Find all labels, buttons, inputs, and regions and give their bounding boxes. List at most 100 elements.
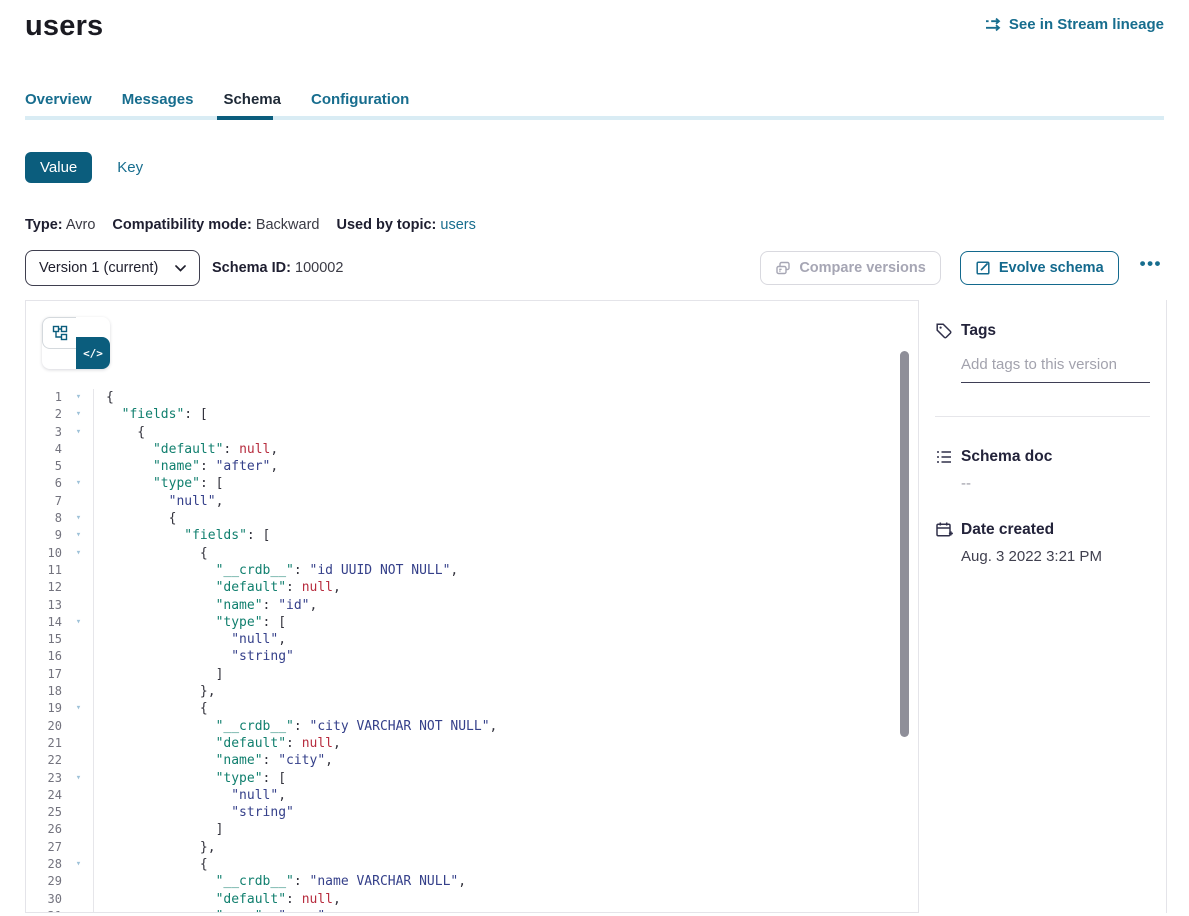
code-line: 17 ] (26, 666, 918, 683)
schema-editor-panel: </> 1▾{2▾ "fields": [3▾ {4 "default": nu… (25, 300, 919, 913)
tags-input[interactable] (961, 352, 1150, 383)
tab-bar: Overview Messages Schema Configuration (0, 91, 1189, 116)
editor-scrollbar[interactable] (900, 351, 909, 737)
code-text: "__crdb__": "name VARCHAR NULL", (94, 873, 466, 890)
code-text: "string" (94, 804, 294, 821)
fold-gutter (64, 631, 94, 648)
fold-gutter (64, 839, 94, 856)
tab-schema[interactable]: Schema (223, 91, 281, 116)
line-number: 7 (26, 493, 64, 510)
tags-section: Tags (935, 322, 1150, 383)
line-number: 23 (26, 770, 64, 787)
code-line: 15 "null", (26, 631, 918, 648)
code-text: { (94, 545, 208, 562)
line-number: 30 (26, 891, 64, 908)
line-number: 8 (26, 510, 64, 527)
version-select[interactable]: Version 1 (current) (25, 250, 200, 286)
line-number: 28 (26, 856, 64, 873)
line-number: 3 (26, 424, 64, 441)
schema-type: Type: Avro (25, 217, 95, 233)
code-view-icon: </> (83, 347, 103, 360)
code-text: "__crdb__": "id UUID NOT NULL", (94, 562, 458, 579)
fold-arrow-icon[interactable]: ▾ (64, 510, 94, 527)
code-line: 9▾ "fields": [ (26, 527, 918, 544)
key-toggle-button[interactable]: Key (117, 159, 143, 176)
code-line: 20 "__crdb__": "city VARCHAR NOT NULL", (26, 718, 918, 735)
schema-content: </> 1▾{2▾ "fields": [3▾ {4 "default": nu… (25, 300, 1167, 913)
code-text: { (94, 510, 176, 527)
fold-arrow-icon[interactable]: ▾ (64, 424, 94, 441)
line-number: 29 (26, 873, 64, 890)
value-key-toggle: Value Key (25, 152, 1189, 183)
tab-configuration[interactable]: Configuration (311, 91, 409, 116)
code-text: "fields": [ (94, 406, 208, 423)
code-line: 3▾ { (26, 424, 918, 441)
compare-versions-icon (775, 260, 791, 276)
code-text: "default": null, (94, 579, 341, 596)
stream-lineage-link[interactable]: See in Stream lineage (985, 16, 1164, 33)
active-tab-indicator (217, 116, 273, 120)
fold-arrow-icon[interactable]: ▾ (64, 545, 94, 562)
code-text: { (94, 424, 145, 441)
code-text: "__crdb__": "city VARCHAR NOT NULL", (94, 718, 497, 735)
fold-gutter (64, 666, 94, 683)
page-header: users See in Stream lineage (0, 0, 1189, 44)
schema-doc-header: Schema doc (935, 448, 1150, 466)
code-text: "name": "city", (94, 752, 333, 769)
fold-arrow-icon[interactable]: ▾ (64, 700, 94, 717)
fold-arrow-icon[interactable]: ▾ (64, 614, 94, 631)
fold-gutter (64, 891, 94, 908)
code-line: 31 "name": "name", (26, 908, 918, 913)
line-number: 25 (26, 804, 64, 821)
tree-view-button[interactable] (42, 317, 76, 349)
compare-versions-label: Compare versions (799, 260, 926, 276)
line-number: 9 (26, 527, 64, 544)
fold-arrow-icon[interactable]: ▾ (64, 856, 94, 873)
fold-arrow-icon[interactable]: ▾ (64, 406, 94, 423)
code-text: "null", (94, 631, 286, 648)
line-number: 17 (26, 666, 64, 683)
code-line: 2▾ "fields": [ (26, 406, 918, 423)
topic-link[interactable]: users (440, 217, 475, 233)
fold-gutter (64, 458, 94, 475)
code-line: 11 "__crdb__": "id UUID NOT NULL", (26, 562, 918, 579)
fold-arrow-icon[interactable]: ▾ (64, 475, 94, 492)
evolve-schema-button[interactable]: Evolve schema (960, 251, 1119, 285)
fold-gutter (64, 683, 94, 700)
fold-gutter (64, 579, 94, 596)
more-actions-button[interactable]: ••• (1138, 254, 1164, 282)
tab-overview[interactable]: Overview (25, 91, 92, 116)
line-number: 12 (26, 579, 64, 596)
code-line: 21 "default": null, (26, 735, 918, 752)
line-number: 14 (26, 614, 64, 631)
code-line: 18 }, (26, 683, 918, 700)
tab-underline-track (25, 116, 1164, 120)
code-line: 24 "null", (26, 787, 918, 804)
code-text: }, (94, 839, 216, 856)
compatibility-mode-label: Compatibility mode: (112, 217, 251, 233)
line-number: 31 (26, 908, 64, 913)
value-toggle-button[interactable]: Value (25, 152, 92, 183)
line-number: 21 (26, 735, 64, 752)
code-line: 5 "name": "after", (26, 458, 918, 475)
compare-versions-button[interactable]: Compare versions (760, 251, 941, 285)
code-line: 7 "null", (26, 493, 918, 510)
tab-messages[interactable]: Messages (122, 91, 194, 116)
evolve-schema-label: Evolve schema (999, 260, 1104, 276)
fold-arrow-icon[interactable]: ▾ (64, 527, 94, 544)
code-line: 10▾ { (26, 545, 918, 562)
code-line: 25 "string" (26, 804, 918, 821)
code-text: "type": [ (94, 614, 286, 631)
calendar-plus-icon (935, 521, 953, 539)
code-text: "name": "id", (94, 597, 317, 614)
version-select-value: Version 1 (current) (39, 260, 158, 276)
fold-arrow-icon[interactable]: ▾ (64, 389, 94, 406)
evolve-schema-icon (975, 260, 991, 276)
fold-arrow-icon[interactable]: ▾ (64, 770, 94, 787)
code-line: 27 }, (26, 839, 918, 856)
schema-id-label: Schema ID: (212, 260, 291, 276)
code-line: 6▾ "type": [ (26, 475, 918, 492)
code-text: }, (94, 683, 216, 700)
code-view-button[interactable]: </> (76, 337, 110, 369)
stream-lineage-icon (985, 17, 1002, 32)
